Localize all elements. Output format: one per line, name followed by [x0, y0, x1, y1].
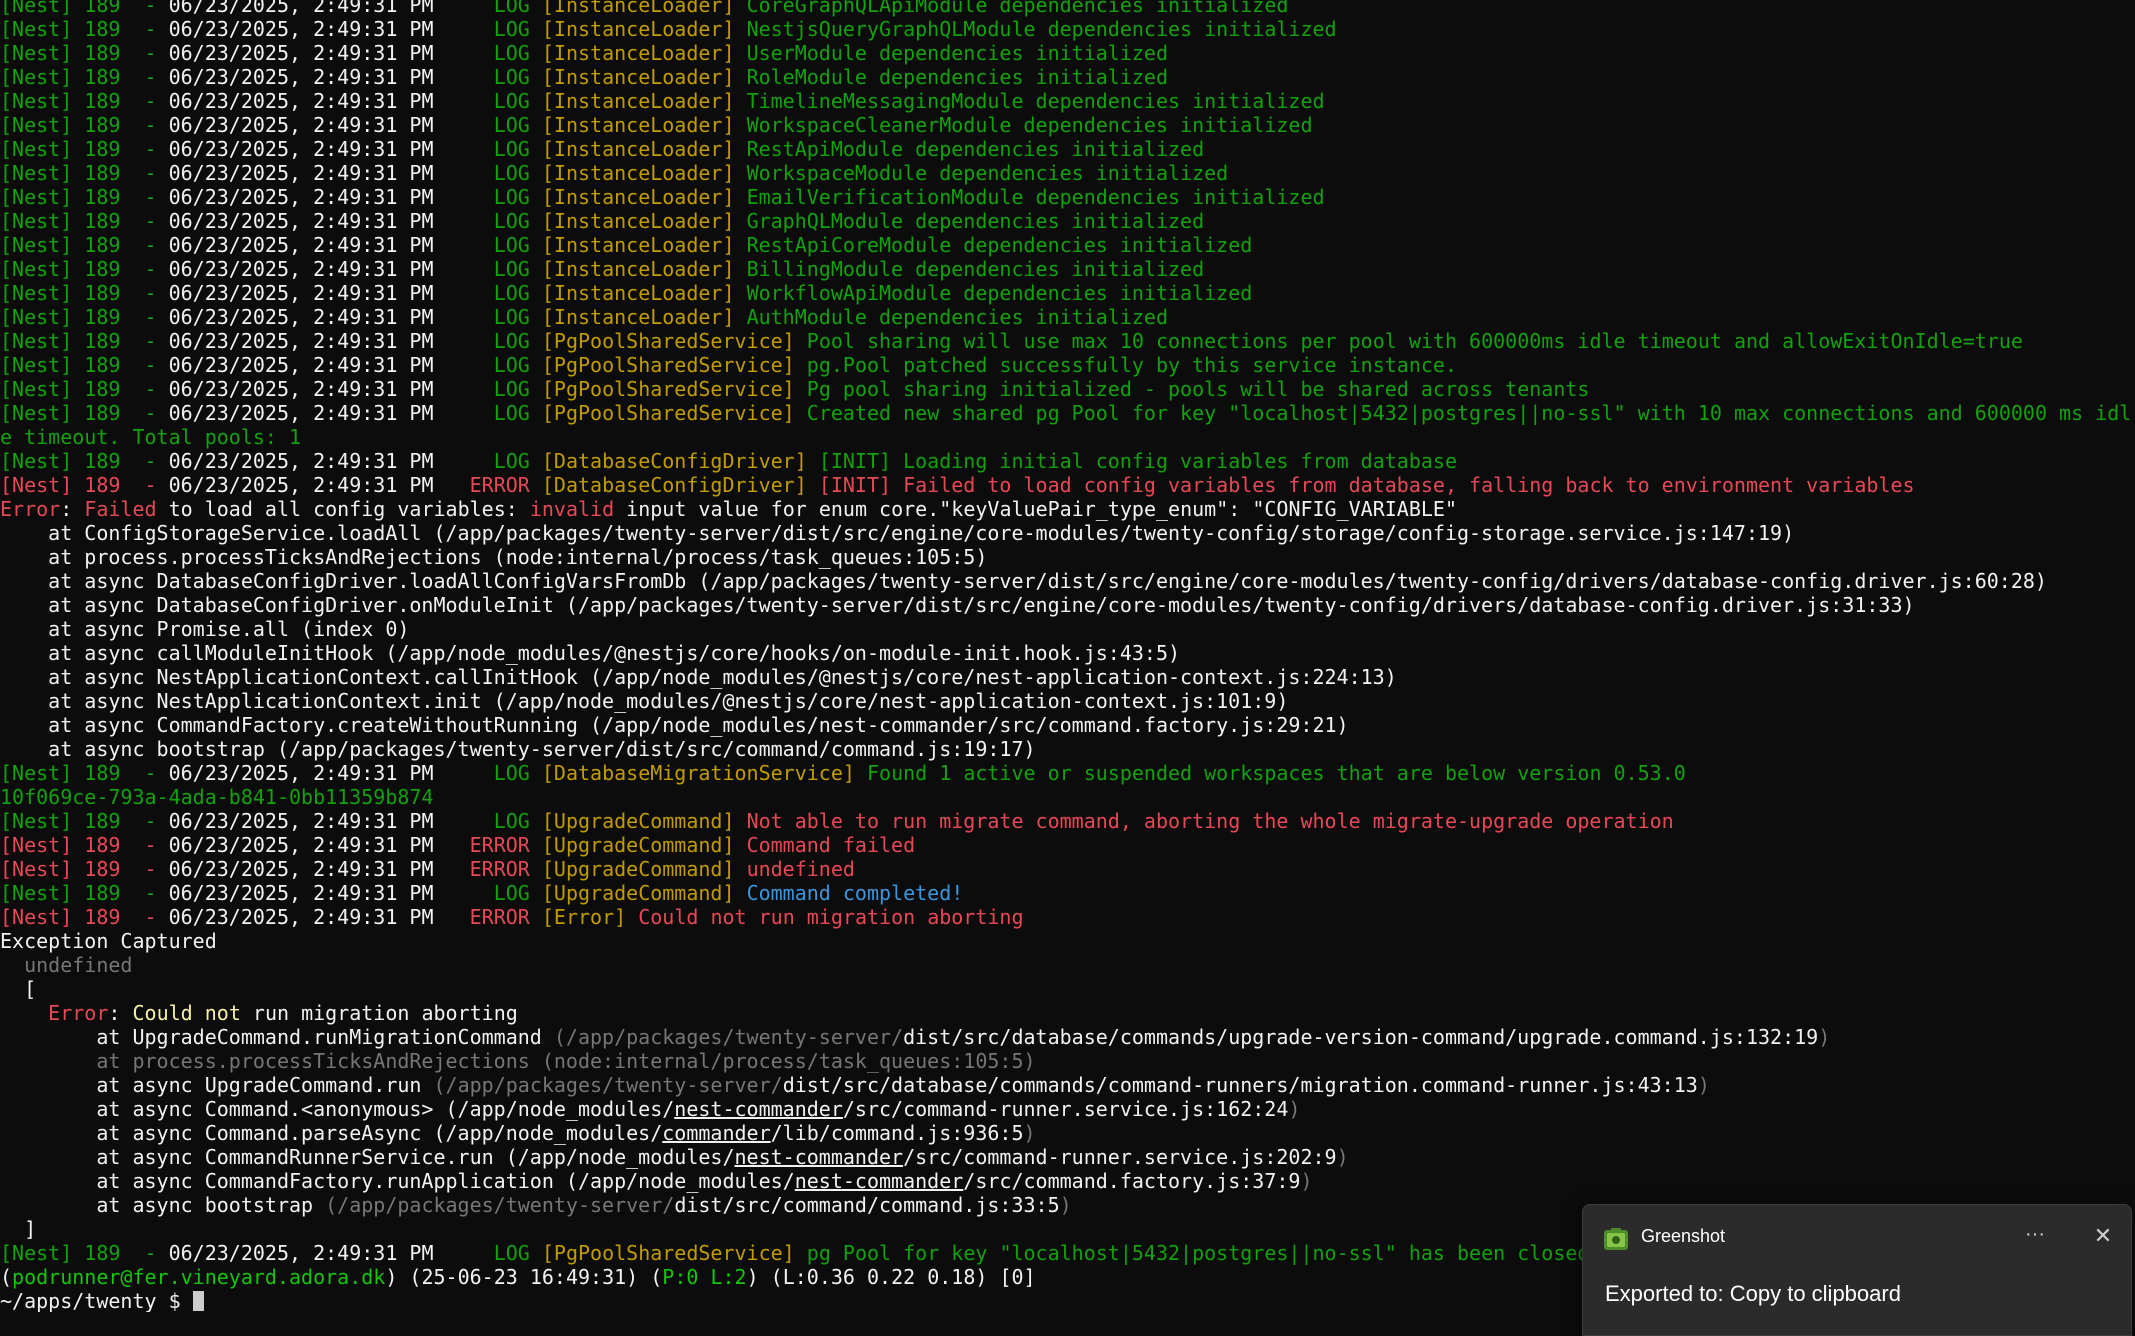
log-line: at async DatabaseConfigDriver.loadAllCon… — [0, 569, 2047, 593]
log-line: at async bootstrap (/app/packages/twenty… — [0, 737, 1036, 761]
log-line: at async Command.<anonymous> (/app/node_… — [0, 1097, 1301, 1121]
log-line: [Nest] 189 - 06/23/2025, 2:49:31 PM ERRO… — [0, 905, 1024, 929]
log-line: [Nest] 189 - 06/23/2025, 2:49:31 PM LOG … — [0, 329, 2023, 353]
log-line: [Nest] 189 - 06/23/2025, 2:49:31 PM LOG … — [0, 185, 1325, 209]
log-line: at async NestApplicationContext.callInit… — [0, 665, 1397, 689]
log-line: [Nest] 189 - 06/23/2025, 2:49:31 PM ERRO… — [0, 473, 1915, 497]
log-line: [ — [0, 977, 37, 1001]
log-line: [Nest] 189 - 06/23/2025, 2:49:31 PM ERRO… — [0, 833, 916, 857]
log-line: [Nest] 189 - 06/23/2025, 2:49:31 PM LOG … — [0, 257, 1205, 281]
log-line: at async callModuleInitHook (/app/node_m… — [0, 641, 1181, 665]
close-icon[interactable]: ✕ — [2083, 1219, 2123, 1253]
log-line: [Nest] 189 - 06/23/2025, 2:49:31 PM LOG … — [0, 881, 964, 905]
log-line: [Nest] 189 - 06/23/2025, 2:49:31 PM LOG … — [0, 449, 1457, 473]
log-line: at async CommandFactory.createWithoutRun… — [0, 713, 1349, 737]
terminal-cursor — [192, 1291, 204, 1311]
greenshot-app-icon — [1603, 1227, 1629, 1253]
log-line: at process.processTicksAndRejections (no… — [0, 545, 988, 569]
toast-message: Exported to: Copy to clipboard — [1605, 1281, 1901, 1306]
log-line: [Nest] 189 - 06/23/2025, 2:49:31 PM LOG … — [0, 41, 1168, 65]
log-line: Error: Failed to load all config variabl… — [0, 497, 1458, 521]
log-line: [Nest] 189 - 06/23/2025, 2:49:31 PM LOG … — [0, 161, 1229, 185]
log-line: 10f069ce-793a-4ada-b841-0bb11359b874 — [0, 785, 434, 809]
log-line: at async Promise.all (index 0) — [0, 617, 410, 641]
log-line: [Nest] 189 - 06/23/2025, 2:49:31 PM LOG … — [0, 305, 1168, 329]
terminal-output: [Nest] 189 - 06/23/2025, 2:49:31 PM LOG … — [0, 0, 2135, 1312]
notification-toast[interactable]: Greenshot ··· ✕ Exported to: Copy to cli… — [1582, 1204, 2132, 1336]
log-line: [Nest] 189 - 06/23/2025, 2:49:31 PM LOG … — [0, 401, 2132, 449]
log-line: [Nest] 189 - 06/23/2025, 2:49:31 PM LOG … — [0, 353, 1457, 377]
log-line: [Nest] 189 - 06/23/2025, 2:49:31 PM LOG … — [0, 209, 1205, 233]
log-line: at async DatabaseConfigDriver.onModuleIn… — [0, 593, 1915, 617]
terminal-window[interactable]: [Nest] 189 - 06/23/2025, 2:49:31 PM LOG … — [0, 0, 2135, 1312]
log-line: [Nest] 189 - 06/23/2025, 2:49:31 PM LOG … — [0, 809, 1674, 833]
log-line: [Nest] 189 - 06/23/2025, 2:49:31 PM LOG … — [0, 761, 1686, 785]
log-line: at async UpgradeCommand.run (/app/packag… — [0, 1073, 1710, 1097]
log-line: [Nest] 189 - 06/23/2025, 2:49:31 PM LOG … — [0, 89, 1325, 113]
log-line: Exception Captured — [0, 929, 217, 953]
log-line: at UpgradeCommand.runMigrationCommand (/… — [0, 1025, 1831, 1049]
log-line: at async Command.parseAsync (/app/node_m… — [0, 1121, 1036, 1145]
log-line: at async CommandRunnerService.run (/app/… — [0, 1145, 1349, 1169]
log-line: [Nest] 189 - 06/23/2025, 2:49:31 PM LOG … — [0, 17, 1337, 41]
log-line: undefined — [0, 953, 133, 977]
log-line: at process.processTicksAndRejections (no… — [0, 1049, 1036, 1073]
toast-app-name: Greenshot — [1641, 1226, 1726, 1246]
log-line: [Nest] 189 - 06/23/2025, 2:49:31 PM LOG … — [0, 65, 1168, 89]
log-line: [Nest] 189 - 06/23/2025, 2:49:31 PM LOG … — [0, 281, 1253, 305]
log-line: [Nest] 189 - 06/23/2025, 2:49:31 PM ERRO… — [0, 857, 855, 881]
log-line: [Nest] 189 - 06/23/2025, 2:49:31 PM LOG … — [0, 233, 1253, 257]
log-line: at ConfigStorageService.loadAll (/app/pa… — [0, 521, 1795, 545]
log-line: [Nest] 189 - 06/23/2025, 2:49:31 PM LOG … — [0, 377, 1590, 401]
log-line: Error: Could not run migration aborting — [48, 1001, 518, 1025]
more-options-icon[interactable]: ··· — [2015, 1219, 2055, 1253]
log-line: at async CommandFactory.runApplication (… — [0, 1169, 1313, 1193]
log-line: [Nest] 189 - 06/23/2025, 2:49:31 PM LOG … — [0, 137, 1205, 161]
log-line: at async NestApplicationContext.init (/a… — [0, 689, 1289, 713]
log-line: [Nest] 189 - 06/23/2025, 2:49:31 PM LOG … — [0, 0, 1289, 17]
log-line: [Nest] 189 - 06/23/2025, 2:49:31 PM LOG … — [0, 113, 1313, 137]
